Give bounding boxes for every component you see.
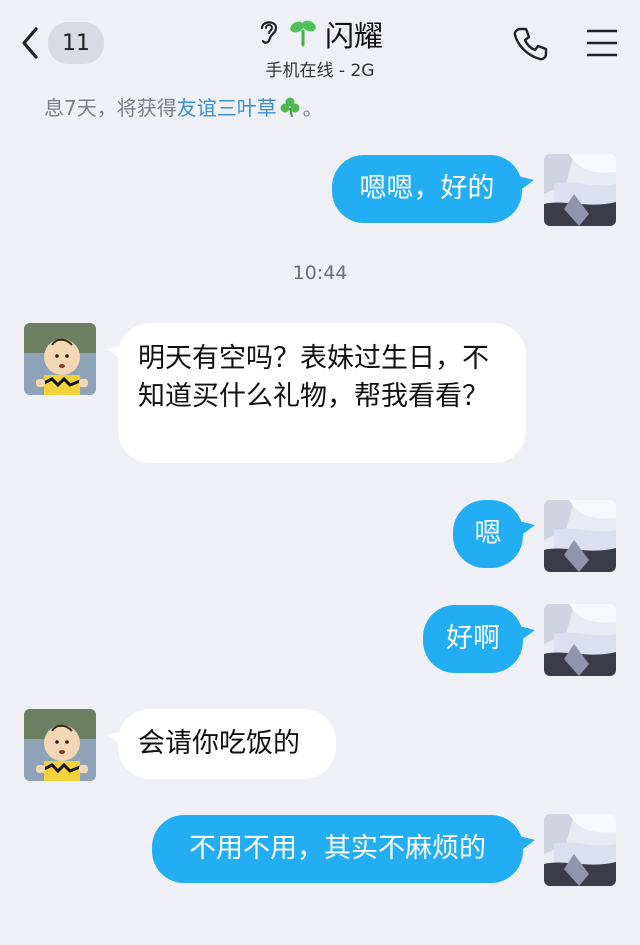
bubble-tail	[519, 626, 535, 642]
message-bubble-outgoing[interactable]: 好啊	[423, 605, 523, 673]
message-bubble-outgoing[interactable]: 嗯	[453, 500, 523, 568]
message-text: 会请你吃饭的	[138, 728, 300, 759]
tip-prefix: 息7天，将获得	[44, 96, 177, 120]
friendship-clover-link[interactable]: 友谊三叶草	[177, 96, 277, 120]
friendship-tip: 息7天，将获得友谊三叶草 。	[44, 92, 323, 123]
message-bubble-incoming[interactable]: 会请你吃饭的	[118, 709, 336, 779]
timestamp: 10:44	[292, 262, 348, 284]
bubble-tail	[519, 836, 535, 852]
message-text: 不用不用，其实不麻烦的	[189, 833, 486, 864]
message-bubble-outgoing[interactable]: 不用不用，其实不麻烦的	[152, 815, 523, 883]
bubble-tail	[518, 176, 534, 192]
contact-avatar[interactable]	[24, 709, 96, 781]
message-text: 嗯	[474, 518, 502, 549]
message-bubble-outgoing[interactable]: 嗯嗯，好的	[332, 155, 522, 223]
message-text: 明天有空吗？表妹过生日，不知道买什么礼物，帮我看看？	[138, 343, 489, 412]
chat-header: 11 闪耀 手机在线 - 2G	[0, 0, 640, 88]
my-avatar[interactable]	[544, 154, 616, 226]
my-avatar[interactable]	[544, 604, 616, 676]
bubble-tail	[519, 521, 535, 537]
tip-suffix: 。	[302, 96, 323, 120]
my-avatar[interactable]	[544, 500, 616, 572]
message-text: 嗯嗯，好的	[359, 173, 495, 204]
my-avatar[interactable]	[544, 814, 616, 886]
sprout-icon	[289, 17, 317, 51]
contact-name[interactable]: 闪耀	[325, 13, 383, 55]
hamburger-menu-icon[interactable]	[585, 28, 619, 62]
clover-icon	[279, 96, 301, 123]
phone-icon[interactable]	[512, 26, 548, 66]
ear-icon[interactable]	[257, 17, 281, 51]
message-text: 好啊	[446, 623, 500, 654]
message-bubble-incoming[interactable]: 明天有空吗？表妹过生日，不知道买什么礼物，帮我看看？	[118, 323, 526, 463]
contact-avatar[interactable]	[24, 323, 96, 395]
